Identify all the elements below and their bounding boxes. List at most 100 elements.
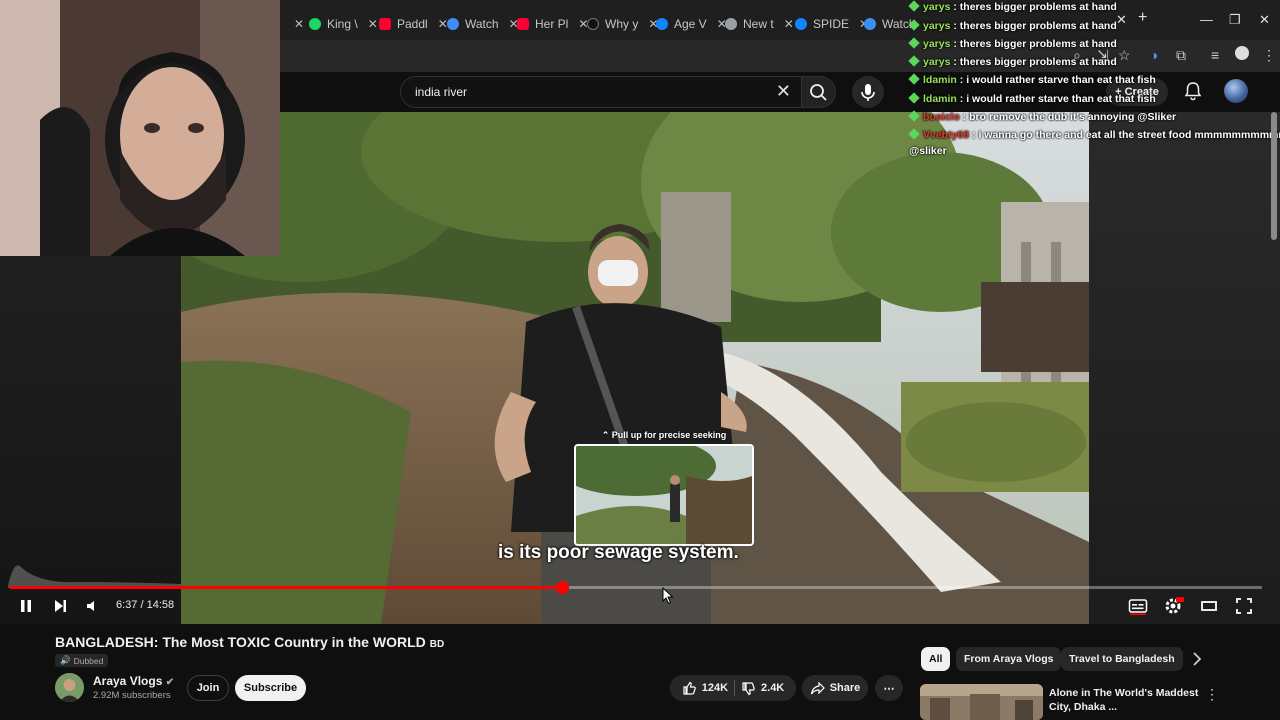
subtitles-button[interactable]	[1128, 597, 1148, 615]
theater-mode-button[interactable]	[1200, 597, 1218, 615]
voice-search-button[interactable]	[852, 76, 884, 108]
bookmark-star-icon[interactable]: ☆	[1118, 47, 1131, 64]
chat-username: yarys	[923, 38, 951, 50]
chip-from-channel[interactable]: From Araya Vlogs	[956, 647, 1062, 671]
chip-all[interactable]: All	[921, 647, 951, 671]
scrubber-handle[interactable]	[556, 581, 569, 594]
chat-username: ldamin	[923, 93, 957, 105]
video-title: BANGLADESH: The Most TOXIC Country in th…	[55, 634, 444, 650]
tab-close-icon[interactable]: ✕	[368, 17, 378, 31]
mute-button[interactable]	[85, 597, 101, 615]
browser-tab[interactable]: Why y ✕	[587, 8, 658, 40]
tab-close-icon[interactable]: ✕	[1116, 12, 1127, 28]
video-subtitle: is its poor sewage system.	[498, 542, 739, 563]
letterbox-right	[1089, 112, 1280, 624]
moderator-badge-icon	[908, 19, 920, 31]
browser-tab[interactable]: Her Pl ✕	[517, 8, 588, 40]
video-title-text: BANGLADESH: The Most TOXIC Country in th…	[55, 634, 426, 650]
moderator-badge-icon	[908, 73, 920, 85]
close-window-icon[interactable]: ✕	[1259, 12, 1270, 28]
new-tab-button[interactable]: +	[1138, 9, 1147, 27]
time-display: 6:37 / 14:58	[116, 599, 175, 611]
chat-username: bosiclo	[923, 111, 960, 123]
browser-tab[interactable]: Watch ✕	[447, 8, 519, 40]
seek-hint-text: ⌃ Pull up for precise seeking	[601, 430, 727, 440]
watch-site-icon	[447, 18, 459, 30]
more-actions-button[interactable]: ⋯	[875, 675, 903, 701]
menu-kebab-icon[interactable]: ⋮	[1262, 47, 1276, 64]
chat-separator: :	[950, 38, 960, 50]
restore-icon[interactable]: ❐	[1229, 12, 1241, 28]
browser-tab[interactable]: Age V ✕	[656, 8, 727, 40]
gear-icon	[1165, 597, 1184, 614]
chip-travel-to-bangladesh[interactable]: Travel to Bangladesh	[1061, 647, 1183, 671]
chat-text: theres bigger problems at hand	[959, 38, 1117, 50]
verified-badge-icon: ✔	[165, 677, 175, 688]
page-scrollbar[interactable]	[1271, 112, 1277, 240]
browser-tab[interactable]: SPIDE ✕	[795, 8, 869, 40]
channel-name[interactable]: Araya Vlogs ✔	[93, 674, 174, 688]
chevron-right-icon[interactable]	[1191, 651, 1203, 667]
share-button[interactable]: Share	[802, 675, 868, 701]
like-count: 124K	[701, 682, 729, 694]
account-avatar[interactable]	[1224, 79, 1248, 103]
next-icon	[55, 600, 66, 612]
chat-separator: :	[950, 1, 960, 13]
dislike-button[interactable]: 2.4K	[741, 681, 784, 696]
chat-message: ldamin : i would rather starve than eat …	[908, 92, 1156, 105]
spotify-icon	[309, 18, 321, 30]
clear-search-icon[interactable]: ✕	[776, 81, 791, 102]
settings-button[interactable]	[1164, 597, 1184, 615]
channel-name-text[interactable]: Araya Vlogs	[93, 674, 162, 688]
tab-label: Her Pl	[535, 17, 569, 31]
search-icon	[810, 84, 827, 101]
join-button[interactable]: Join	[187, 675, 229, 701]
chat-separator: :	[959, 111, 970, 123]
watch-site-icon	[864, 18, 876, 30]
fullscreen-button[interactable]	[1235, 597, 1253, 615]
search-box[interactable]: india river ✕	[400, 76, 802, 108]
profile-avatar[interactable]	[1235, 46, 1249, 60]
moderator-badge-icon	[908, 55, 920, 67]
subscribe-button[interactable]: Subscribe	[235, 675, 306, 701]
recommended-video-title[interactable]: Alone in The World's Maddest City, Dhaka…	[1049, 686, 1199, 720]
like-dislike-group: 124K 2.4K	[670, 675, 796, 701]
country-flag-label: BD	[429, 639, 445, 650]
dubbed-badge: 🔊 Dubbed	[55, 654, 109, 667]
extension-icon[interactable]: ◗	[1151, 47, 1159, 63]
bluesky-icon	[656, 18, 668, 30]
chat-separator: :	[950, 56, 960, 68]
progress-bar-played[interactable]	[10, 586, 562, 589]
like-button[interactable]: 124K	[682, 681, 728, 696]
browser-tab[interactable]: Paddl ✕	[379, 8, 448, 40]
channel-avatar[interactable]	[55, 673, 84, 702]
next-button[interactable]	[52, 597, 68, 615]
tab-label: Age V	[674, 17, 707, 31]
chat-text: theres bigger problems at hand	[959, 1, 1117, 13]
extensions-puzzle-icon[interactable]: ⧉	[1176, 47, 1186, 64]
browser-tab[interactable]: King \ ✕	[309, 8, 378, 40]
share-label: Share	[829, 682, 861, 694]
recommended-more-icon[interactable]: ⋮	[1205, 686, 1219, 703]
dubbed-icon: 🔊	[60, 655, 71, 665]
preview-image	[576, 446, 752, 544]
chat-message: yarys : theres bigger problems at hand	[908, 19, 1117, 32]
chat-message: Vvebty68 : i wanna go there and eat all …	[908, 128, 1280, 141]
moderator-badge-icon	[908, 0, 920, 12]
search-button[interactable]	[802, 76, 836, 108]
tab-close-button[interactable]: ✕	[284, 8, 304, 40]
chat-text: i would rather starve than eat that fish	[966, 93, 1156, 105]
volume-icon	[87, 601, 94, 611]
recommended-video-thumbnail[interactable]	[920, 684, 1043, 720]
pause-button[interactable]	[18, 597, 34, 615]
browser-tab[interactable]: New t ✕	[725, 8, 794, 40]
chat-separator: :	[956, 74, 967, 86]
chrome-icon	[725, 18, 737, 30]
bluesky-icon	[795, 18, 807, 30]
minimize-icon[interactable]: —	[1200, 12, 1213, 27]
notifications-bell-icon[interactable]	[1183, 80, 1203, 102]
search-input[interactable]: india river	[415, 85, 467, 99]
streamer-webcam	[0, 0, 280, 256]
tab-close-icon[interactable]: ✕	[784, 17, 794, 31]
media-control-icon[interactable]: ≡	[1211, 47, 1219, 63]
